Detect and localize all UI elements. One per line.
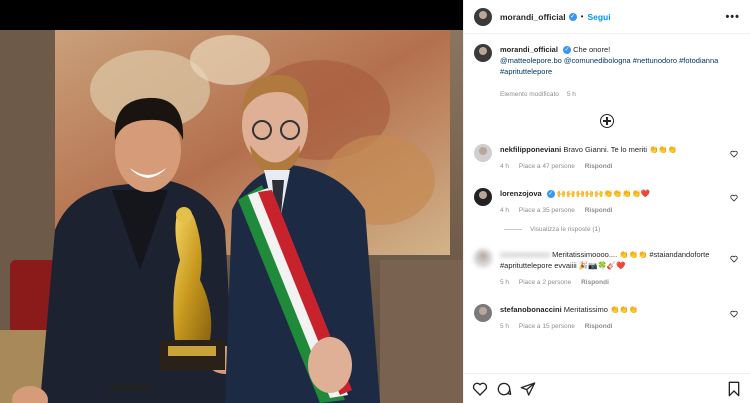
commenter-avatar[interactable]: [474, 188, 492, 206]
verified-icon: ✓: [568, 12, 577, 21]
comment-time: 5 h: [500, 279, 510, 286]
heart-icon[interactable]: [730, 255, 738, 263]
comment-likes[interactable]: Piace a 2 persone: [519, 279, 571, 286]
verified-icon: ✓: [546, 190, 555, 199]
view-replies-link[interactable]: Visualizza le risposte (1): [504, 226, 740, 233]
heart-icon[interactable]: [730, 310, 738, 318]
follow-button[interactable]: Segui: [587, 12, 610, 22]
reply-button[interactable]: Rispondi: [585, 207, 613, 214]
post-side-panel: morandi_official ✓ • Segui ••• morandi_o…: [463, 0, 750, 403]
separator-dot: •: [580, 12, 584, 21]
commenter-avatar[interactable]: [474, 249, 492, 267]
reply-button[interactable]: Rispondi: [585, 323, 613, 330]
commenter-username[interactable]: nekfilipponeviani: [500, 145, 561, 154]
caption-avatar[interactable]: [474, 44, 492, 62]
commenter-avatar[interactable]: [474, 304, 492, 322]
comments-section[interactable]: morandi_official ✓ Che onore! @matteolep…: [464, 34, 750, 373]
post-photo-illustration: [0, 30, 463, 403]
comment-likes[interactable]: Piace a 35 persone: [519, 207, 575, 214]
commenter-username[interactable]: lorenzojova: [500, 189, 542, 198]
comment-item: nekfilipponeviani Bravo Gianni. Te lo me…: [474, 144, 740, 172]
caption-text: Che onore!: [573, 45, 611, 54]
post-caption: morandi_official ✓ Che onore! @matteolep…: [474, 44, 740, 100]
comment-text: Bravo Gianni. Te lo meriti 👏👏👏: [563, 145, 678, 154]
comment-item: lorenzojova ✓ 🙌🙌🙌🙌🙌👏👏👏👏❤️ 4 h Piace a 35…: [474, 188, 740, 216]
edited-label: Elemento modificato: [500, 91, 559, 98]
share-icon[interactable]: [520, 381, 536, 397]
caption-username[interactable]: morandi_official: [500, 45, 558, 54]
comment-likes[interactable]: Piace a 15 persone: [519, 323, 575, 330]
comment-icon[interactable]: [496, 381, 512, 397]
commenter-avatar[interactable]: [474, 144, 492, 162]
comment-item: stefanobonaccini Meritatissimo 👏👏👏 5 h P…: [474, 304, 740, 332]
author-username[interactable]: morandi_official: [500, 12, 566, 22]
post-photo[interactable]: [0, 30, 463, 403]
reply-button[interactable]: Rispondi: [585, 163, 613, 170]
caption-time: 5 h: [566, 91, 576, 98]
author-avatar[interactable]: [474, 7, 492, 26]
more-icon[interactable]: •••: [725, 11, 740, 23]
comment-time: 5 h: [500, 323, 510, 330]
like-heart-icon[interactable]: [472, 381, 488, 397]
post-actions-bar: [464, 373, 750, 403]
comment-likes[interactable]: Piace a 47 persone: [519, 163, 575, 170]
bookmark-icon[interactable]: [726, 381, 742, 397]
post-header: morandi_official ✓ • Segui •••: [464, 0, 750, 34]
comment-time: 4 h: [500, 163, 510, 170]
comment-item: xxxxxxxxxxxx Meritatissimoooo.... 👏👏👏 #s…: [474, 249, 740, 288]
add-comment-icon[interactable]: [600, 114, 614, 128]
instagram-post-modal: morandi_official ✓ • Segui ••• morandi_o…: [0, 0, 750, 403]
reply-button[interactable]: Rispondi: [581, 279, 609, 286]
comment-text: 🙌🙌🙌🙌🙌👏👏👏👏❤️: [556, 189, 651, 198]
commenter-username[interactable]: xxxxxxxxxxxx: [500, 250, 550, 259]
commenter-username[interactable]: stefanobonaccini: [500, 305, 562, 314]
heart-icon[interactable]: [730, 194, 738, 202]
comment-text: Meritatissimo 👏👏👏: [563, 305, 639, 314]
caption-tags[interactable]: @matteolepore.bo @comunedibologna #nettu…: [500, 55, 740, 77]
heart-icon[interactable]: [730, 150, 738, 158]
caption-meta: Elemento modificato 5 h: [500, 89, 740, 100]
verified-icon: ✓: [563, 46, 572, 55]
comment-time: 4 h: [500, 207, 510, 214]
